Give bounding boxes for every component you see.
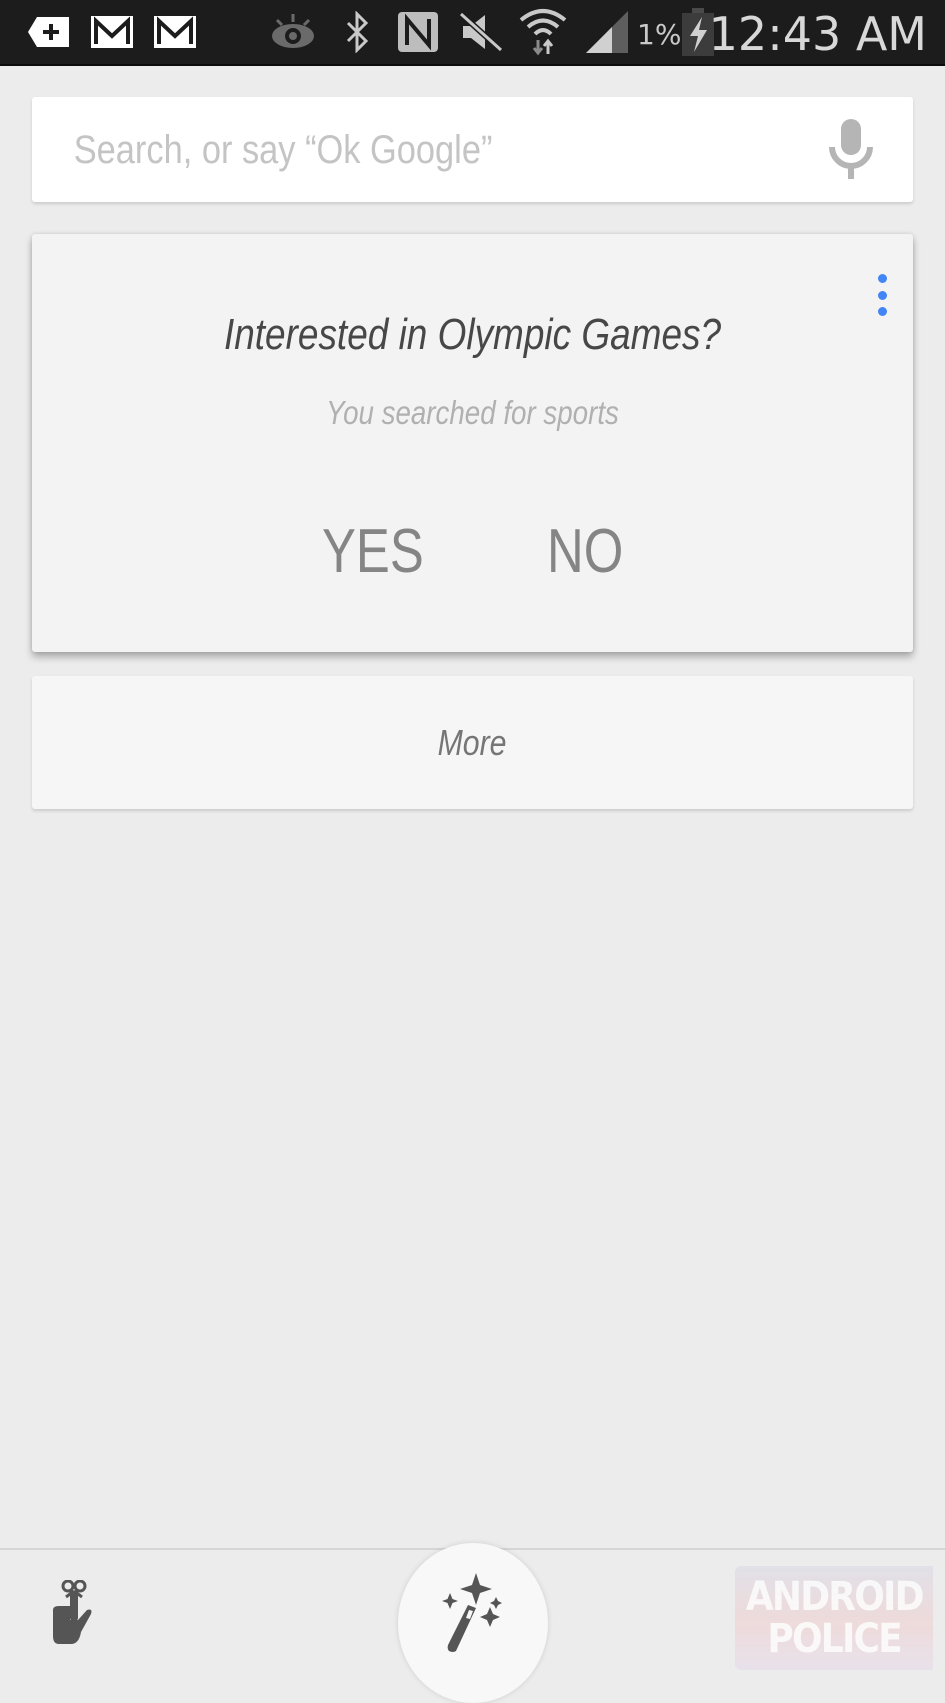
voice-search-button[interactable]	[821, 117, 881, 183]
yes-button[interactable]: YES	[322, 512, 424, 592]
watermark-line-2: POLICE	[767, 1616, 902, 1662]
customize-button[interactable]	[398, 1543, 548, 1703]
nfc-icon	[396, 0, 440, 64]
no-button[interactable]: NO	[547, 512, 623, 592]
search-input[interactable]	[72, 121, 678, 179]
magic-wand-icon	[438, 1543, 508, 1658]
microphone-icon	[828, 117, 874, 184]
search-bar	[32, 97, 913, 202]
card-title: Interested in Olympic Games?	[223, 310, 722, 359]
android-police-watermark: ANDROID POLICE	[735, 1566, 933, 1670]
overflow-menu-icon[interactable]	[869, 274, 895, 316]
card-subtitle: You searched for sports	[326, 394, 619, 431]
muted-icon	[458, 0, 504, 64]
bluetooth-icon	[340, 0, 374, 64]
add-notification-icon	[26, 0, 72, 64]
status-bar: 1% 12:43 AM	[0, 0, 945, 66]
wifi-icon	[518, 0, 568, 64]
gmail-icon	[153, 0, 197, 64]
watermark-line-1: ANDROID	[745, 1574, 925, 1620]
signal-icon	[582, 0, 632, 64]
more-button[interactable]: More	[32, 676, 913, 809]
reminder-icon	[51, 1579, 99, 1651]
gmail-icon	[90, 0, 134, 64]
clock: 12:43 AM	[708, 7, 927, 61]
smart-stay-eye-icon	[268, 0, 318, 64]
more-label: More	[438, 721, 507, 763]
battery-percent: 1%	[637, 18, 682, 51]
reminders-button[interactable]	[40, 1575, 110, 1655]
interest-question-card: Interested in Olympic Games? You searche…	[32, 234, 913, 652]
